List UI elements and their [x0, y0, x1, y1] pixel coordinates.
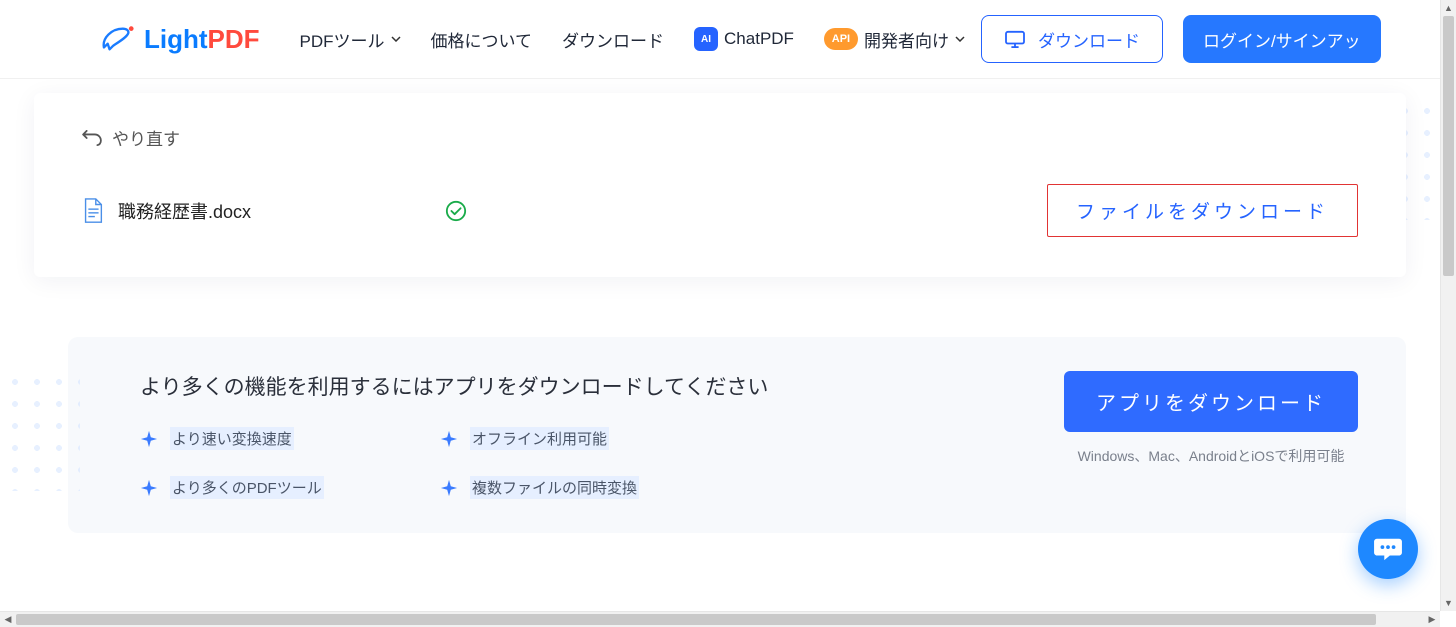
chevron-down-icon: [955, 36, 965, 42]
nav: PDFツール 価格について ダウンロード AI ChatPDF API 開発者向…: [300, 27, 965, 52]
nav-pricing[interactable]: 価格について: [431, 27, 533, 52]
logo-text: LightPDF: [144, 24, 260, 55]
file-name: 職務経歴書.docx: [118, 198, 251, 224]
promo-panel: より多くの機能を利用するにはアプリをダウンロードしてください より速い変換速度 …: [68, 337, 1406, 533]
horizontal-scrollbar[interactable]: ◀ ▶: [0, 611, 1440, 627]
nav-download[interactable]: ダウンロード: [562, 27, 664, 52]
download-file-button[interactable]: ファイルをダウンロード: [1047, 184, 1358, 237]
scrollbar-thumb[interactable]: [16, 614, 1376, 625]
button-label: ファイルをダウンロード: [1076, 202, 1329, 223]
chevron-down-icon: [391, 36, 401, 42]
nav-developers[interactable]: API 開発者向け: [824, 27, 965, 52]
vertical-scrollbar[interactable]: ▲ ▼: [1440, 0, 1456, 611]
nav-label: 開発者向け: [864, 27, 949, 52]
scrollbar-track[interactable]: [16, 612, 1424, 627]
button-label: ログイン/サインアッ: [1203, 27, 1361, 52]
nav-pdf-tools[interactable]: PDFツール: [300, 27, 401, 52]
logo-icon: [100, 23, 138, 55]
desktop-download-button[interactable]: ダウンロード: [981, 15, 1163, 63]
undo-icon: [82, 130, 102, 146]
sparkle-icon: [140, 479, 158, 497]
button-label: ダウンロード: [1038, 27, 1140, 52]
button-label: アプリをダウンロード: [1096, 393, 1326, 415]
feature-label: より多くのPDFツール: [170, 476, 324, 499]
feature-item: 複数ファイルの同時変換: [440, 476, 740, 499]
nav-label: 価格について: [431, 27, 533, 52]
scroll-right-button[interactable]: ▶: [1424, 612, 1440, 627]
nav-label: ChatPDF: [724, 29, 794, 49]
nav-label: PDFツール: [300, 27, 385, 52]
scroll-left-button[interactable]: ◀: [0, 612, 16, 627]
chat-widget-button[interactable]: [1358, 519, 1418, 579]
feature-item: より多くのPDFツール: [140, 476, 440, 499]
desktop-icon: [1004, 30, 1026, 48]
app-download-button[interactable]: アプリをダウンロード: [1064, 371, 1358, 432]
scroll-up-button[interactable]: ▲: [1441, 0, 1456, 16]
conversion-panel: やり直す 職務経歴書.docx: [34, 93, 1406, 277]
login-button[interactable]: ログイン/サインアッ: [1183, 15, 1381, 63]
sparkle-icon: [140, 430, 158, 448]
promo-title: より多くの機能を利用するにはアプリをダウンロードしてください: [140, 371, 1064, 401]
logo[interactable]: LightPDF: [100, 23, 260, 55]
platforms-text: Windows、Mac、AndroidとiOSで利用可能: [1078, 446, 1345, 466]
nav-label: ダウンロード: [562, 27, 664, 52]
redo-button[interactable]: やり直す: [82, 125, 1358, 150]
chat-icon: [1373, 536, 1403, 562]
ai-badge-icon: AI: [694, 27, 718, 51]
feature-label: 複数ファイルの同時変換: [470, 476, 639, 499]
scroll-down-button[interactable]: ▼: [1441, 595, 1456, 611]
sparkle-icon: [440, 479, 458, 497]
decorative-dots: [0, 371, 80, 491]
scrollbar-track[interactable]: [1441, 16, 1456, 595]
redo-label: やり直す: [112, 125, 180, 150]
nav-chatpdf[interactable]: AI ChatPDF: [694, 27, 794, 51]
feature-label: より速い変換速度: [170, 427, 294, 450]
check-circle-icon: [445, 200, 467, 222]
feature-item: オフライン利用可能: [440, 427, 740, 450]
file-row: 職務経歴書.docx ファイルをダウンロード: [82, 184, 1358, 237]
docx-file-icon: [82, 198, 104, 224]
feature-label: オフライン利用可能: [470, 427, 609, 450]
sparkle-icon: [440, 430, 458, 448]
feature-item: より速い変換速度: [140, 427, 440, 450]
api-badge-icon: API: [824, 28, 858, 50]
header: LightPDF PDFツール 価格について ダウンロード AI ChatPDF: [0, 0, 1440, 79]
scrollbar-thumb[interactable]: [1443, 16, 1454, 276]
